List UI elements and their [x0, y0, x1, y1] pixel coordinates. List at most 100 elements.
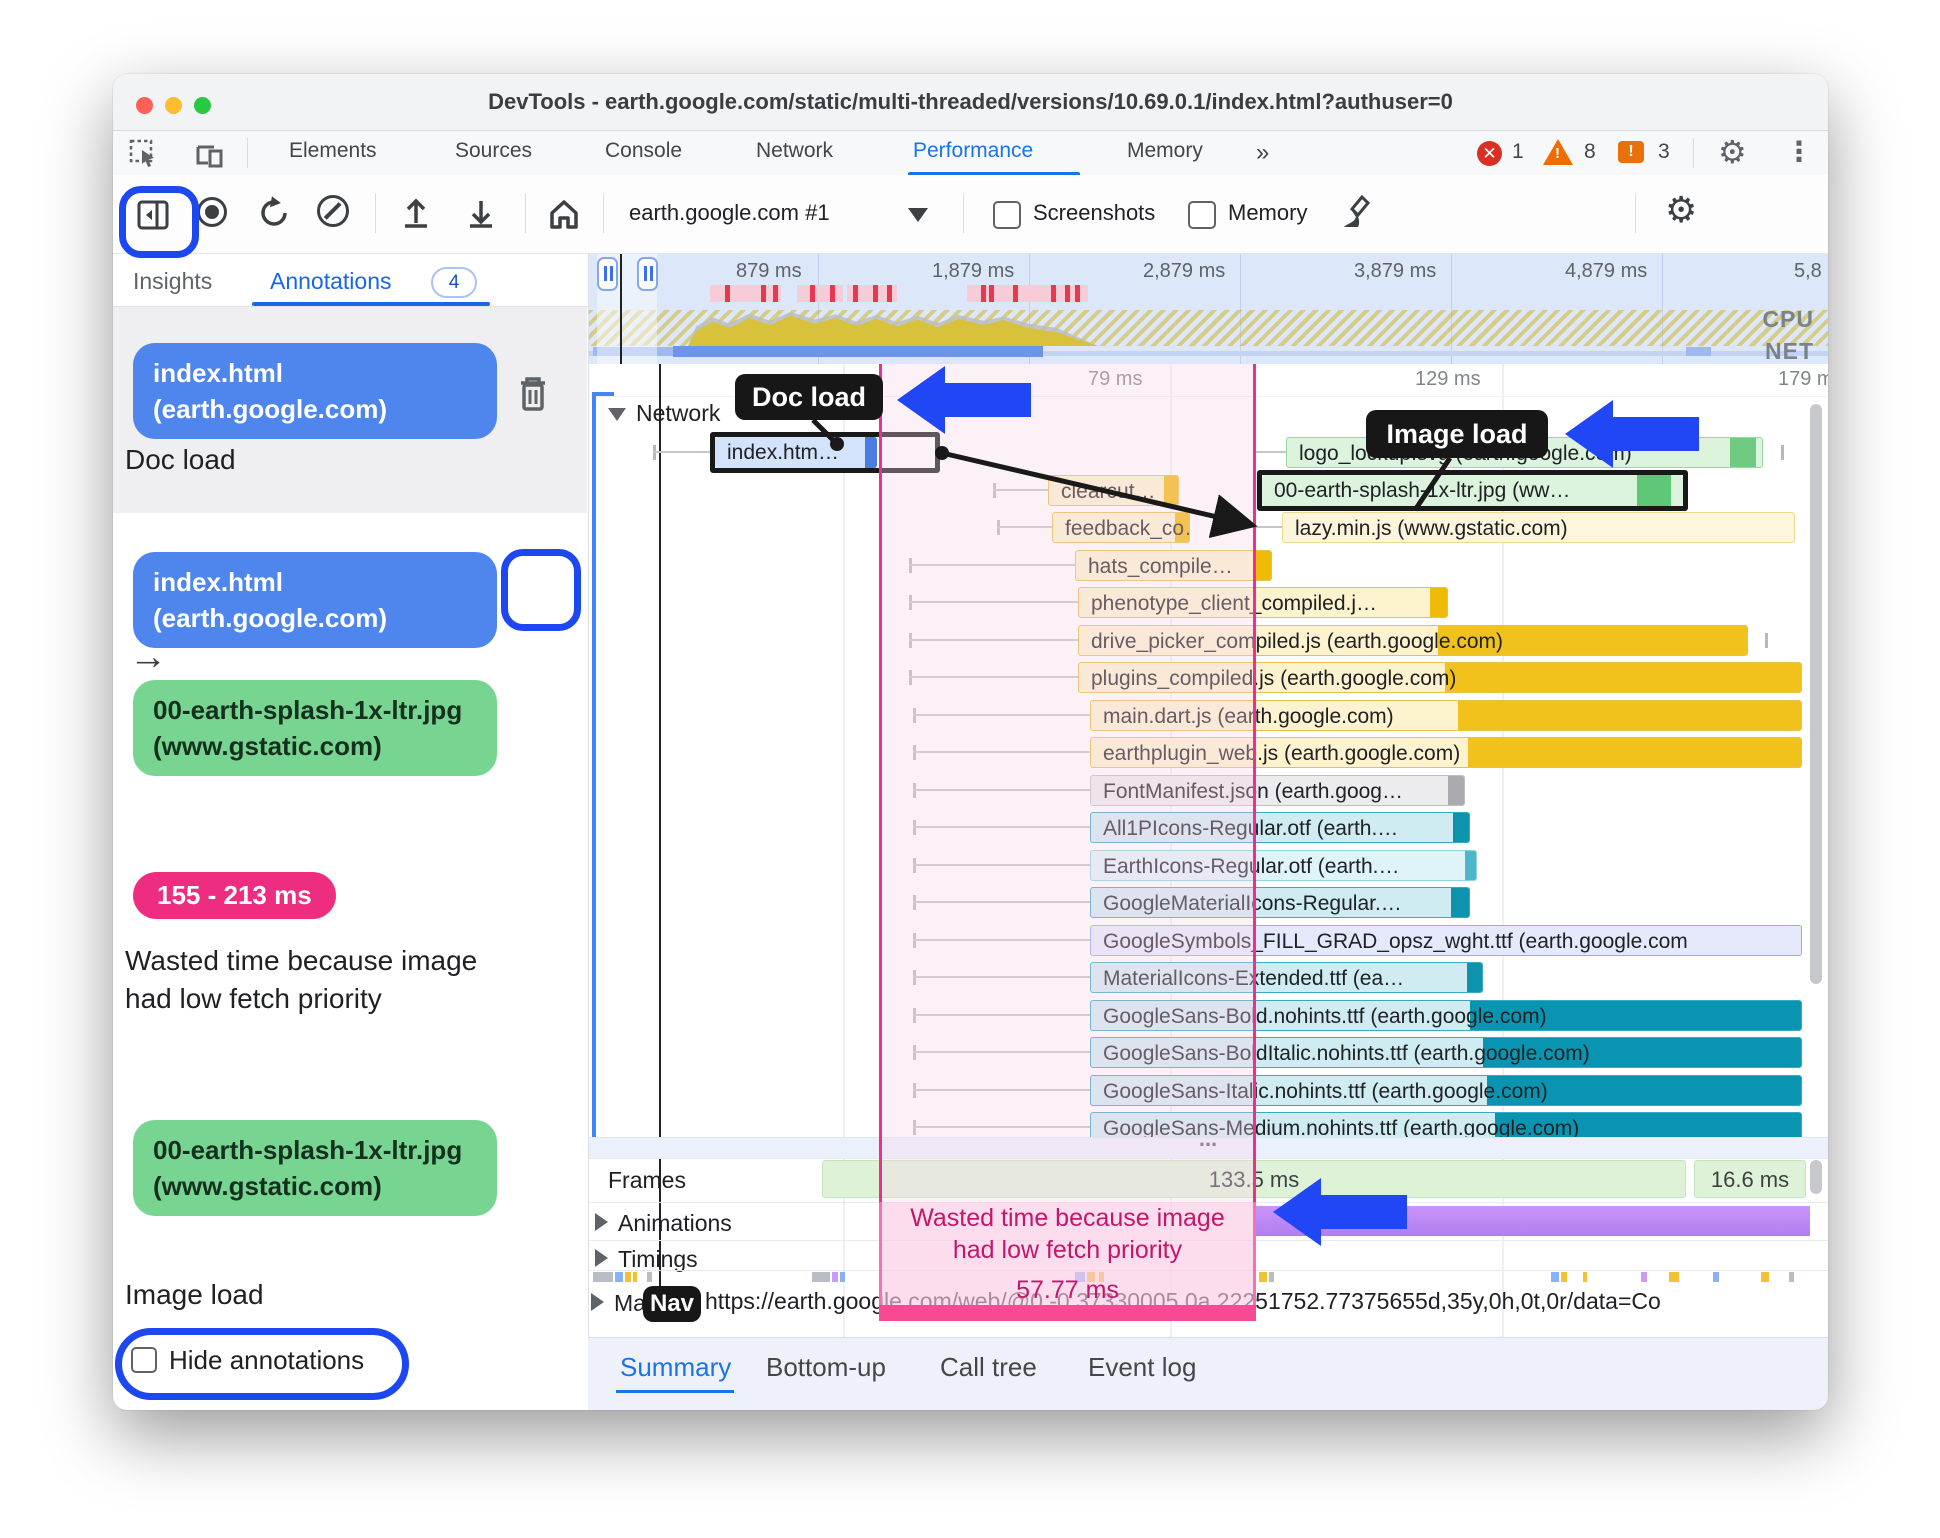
network-section-header[interactable]: Network	[608, 400, 720, 427]
download-profile-icon[interactable]	[463, 195, 499, 231]
tab-event-log[interactable]: Event log	[1088, 1352, 1196, 1383]
summary-tab-underline	[616, 1390, 734, 1393]
annotation-label-wasted-time: Wasted time because image had low fetch …	[125, 945, 478, 1014]
screenshots-label: Screenshots	[1033, 200, 1156, 225]
error-icon[interactable]: ✕	[1477, 141, 1502, 166]
network-request-bar[interactable]: 00-earth-splash-1x-ltr.jpg (ww…	[1262, 475, 1683, 506]
window-title: DevTools - earth.google.com/static/multi…	[488, 89, 1453, 114]
collapse-triangle-icon[interactable]	[608, 408, 626, 421]
bottom-tabbar: Summary Bottom-up Call tree Event log	[588, 1337, 1828, 1410]
annotation-pill-index-html-2[interactable]: index.html (earth.google.com)	[133, 552, 497, 648]
annotation-pill-splash-jpg-2[interactable]: 00-earth-splash-1x-ltr.jpg (www.gstatic.…	[133, 1120, 497, 1216]
frames-track-label[interactable]: Frames	[608, 1167, 686, 1194]
tab-performance[interactable]: Performance	[913, 139, 1033, 163]
expand-triangle-icon[interactable]	[595, 1249, 608, 1267]
nav-chip: Nav	[643, 1286, 701, 1322]
network-request-bar[interactable]: index.htm…	[715, 437, 877, 468]
cpu-track-label: CPU	[1762, 306, 1814, 332]
animations-track-label[interactable]: Animations	[595, 1210, 732, 1237]
annotations-sidebar: Insights Annotations 4 index.html (earth…	[113, 254, 589, 1410]
home-icon[interactable]	[545, 195, 583, 233]
annotation-label-doc-load: Doc load	[125, 444, 236, 475]
minimap-tick-3: 2,879 ms	[1143, 260, 1226, 282]
annotations-count-badge: 4	[431, 267, 477, 298]
wasted-time-duration: 57.77 ms	[1016, 1276, 1119, 1304]
titlebar: DevTools - earth.google.com/static/multi…	[113, 74, 1828, 131]
capture-settings-gear-icon[interactable]: ⚙	[1665, 189, 1697, 231]
main-track-label[interactable]: Ma	[591, 1290, 646, 1317]
network-scrollbar[interactable]	[1810, 404, 1822, 984]
ruler-tick-129ms: 129 ms	[1415, 368, 1481, 390]
tab-memory[interactable]: Memory	[1127, 139, 1203, 163]
link-arrow: →	[129, 636, 167, 678]
wasted-time-region[interactable]	[879, 364, 1256, 1320]
image-load-chip: Image load	[1366, 410, 1548, 458]
network-group-bracket	[592, 392, 596, 1137]
panel-tabstrip: Elements Sources Console Network Perform…	[113, 131, 1828, 176]
whisker-line	[1253, 451, 1286, 453]
memory-checkbox[interactable]	[1188, 201, 1216, 229]
tab-summary[interactable]: Summary	[620, 1352, 731, 1383]
timings-track-label[interactable]: Timings	[595, 1246, 698, 1273]
animation-bar[interactable]	[1256, 1206, 1810, 1236]
screenshots-checkbox[interactable]	[993, 201, 1021, 229]
delete-annotation-trash-icon[interactable]	[513, 373, 553, 417]
whisker-line	[653, 451, 710, 453]
tab-bottom-up[interactable]: Bottom-up	[766, 1352, 886, 1383]
time-range-badge[interactable]: 155 - 213 ms	[133, 872, 336, 919]
timeline-minimap[interactable]: 879 ms 1,879 ms 2,879 ms 3,879 ms 4,879 …	[588, 254, 1828, 365]
devtools-window: DevTools - earth.google.com/static/multi…	[113, 74, 1828, 1410]
performance-toolbar: earth.google.com #1 Screenshots Memory ⚙	[113, 175, 1828, 254]
device-toolbar-icon[interactable]	[193, 139, 225, 169]
clear-icon[interactable]	[317, 195, 349, 227]
annotation-entry-doc-load[interactable]: index.html (earth.google.com) Doc load	[113, 307, 587, 513]
whisker-tick	[1781, 445, 1784, 460]
reload-record-icon[interactable]	[257, 195, 293, 231]
chevron-down-icon[interactable]	[908, 208, 928, 222]
garbage-collect-brush-icon[interactable]	[1338, 193, 1378, 235]
network-request-bar[interactable]: lazy.min.js (www.gstatic.com)	[1282, 512, 1795, 543]
error-count: 1	[1512, 140, 1524, 163]
tab-network[interactable]: Network	[756, 139, 833, 163]
tracks-scrollbar[interactable]	[1810, 1160, 1822, 1194]
tab-elements[interactable]: Elements	[289, 139, 377, 163]
wasted-time-line1: Wasted time because image	[910, 1204, 1225, 1232]
warning-exclaim: !	[1555, 145, 1560, 162]
history-target-select[interactable]: earth.google.com #1	[629, 200, 830, 226]
issues-count: 3	[1658, 140, 1670, 163]
ruler-tick-179ms: 179 m	[1778, 368, 1828, 390]
three-dot-menu-icon[interactable]: ⋮	[1785, 135, 1813, 168]
issues-icon[interactable]: !	[1618, 141, 1644, 163]
annotated-request-outline[interactable]: 00-earth-splash-1x-ltr.jpg (ww…	[1257, 470, 1688, 511]
tab-console[interactable]: Console	[605, 139, 682, 163]
tab-insights[interactable]: Insights	[133, 268, 212, 295]
expand-triangle-icon[interactable]	[591, 1293, 604, 1311]
main-track-url: https://earth.google.com/web/@0,-0.37330…	[705, 1288, 1661, 1314]
upload-profile-icon[interactable]	[398, 195, 434, 231]
highlight-ring-hide-annotations	[115, 1328, 409, 1400]
record-button[interactable]	[197, 197, 227, 227]
whisker-tick	[1765, 633, 1768, 648]
whisker-line	[1253, 526, 1282, 528]
tab-call-tree[interactable]: Call tree	[940, 1352, 1037, 1383]
frame-bar-16ms[interactable]: 16.6 ms	[1694, 1160, 1806, 1198]
highlight-ring-sidebar-toggle	[119, 186, 199, 258]
zoom-window-left-handle[interactable]	[597, 257, 618, 291]
settings-gear-icon[interactable]: ⚙	[1718, 133, 1747, 171]
annotation-entry-image-load[interactable]: 00-earth-splash-1x-ltr.jpg (www.gstatic.…	[113, 1104, 587, 1324]
tab-sources[interactable]: Sources	[455, 139, 532, 163]
minimap-tick-5: 4,879 ms	[1565, 260, 1648, 282]
annotation-pill-splash-jpg[interactable]: 00-earth-splash-1x-ltr.jpg (www.gstatic.…	[133, 680, 497, 776]
net-track-label: NET	[1765, 338, 1814, 364]
more-tabs-button[interactable]: »	[1256, 139, 1269, 167]
minimap-tick-6: 5,8	[1794, 260, 1822, 282]
expand-triangle-icon[interactable]	[595, 1213, 608, 1231]
tab-annotations[interactable]: Annotations	[270, 268, 391, 295]
inspect-element-icon[interactable]	[129, 139, 159, 169]
annotation-entry-time-range[interactable]: 155 - 213 ms Wasted time because image h…	[113, 862, 587, 1082]
zoom-window-right-handle[interactable]	[637, 257, 658, 291]
annotation-label-image-load: Image load	[125, 1279, 264, 1310]
warning-count: 8	[1584, 140, 1596, 163]
annotation-pill-index-html[interactable]: index.html (earth.google.com)	[133, 343, 497, 439]
minimap-tick-4: 3,879 ms	[1354, 260, 1437, 282]
